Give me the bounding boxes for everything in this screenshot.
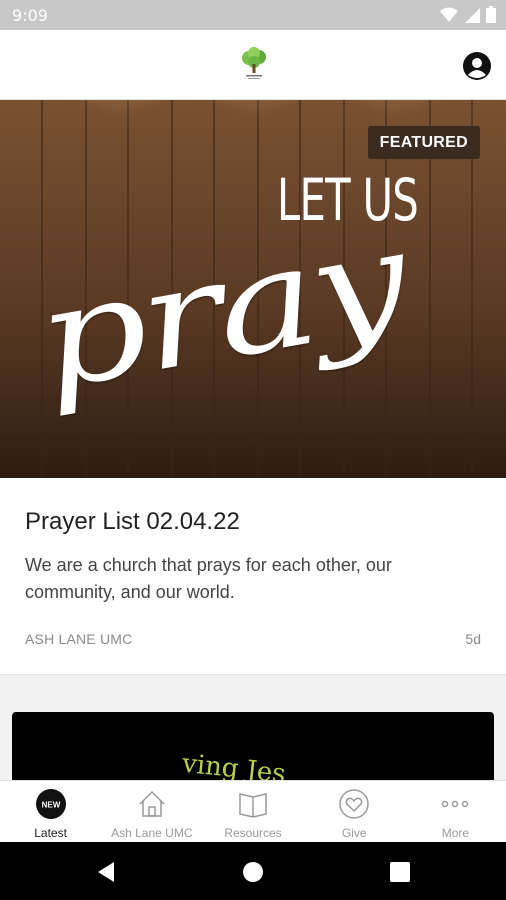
tab-label: Ash Lane UMC [111,826,193,840]
heart-icon [338,788,370,820]
status-bar: 9:09 [0,0,506,30]
tab-more[interactable]: More [405,781,506,842]
next-post-card[interactable]: ving Jes [12,712,494,782]
back-icon[interactable] [94,860,118,884]
tab-latest[interactable]: NEW Latest [0,781,101,842]
book-icon [237,788,269,820]
tab-label: Resources [224,826,282,840]
post-title: Prayer List 02.04.22 [25,508,240,535]
app-header [0,30,506,100]
next-post-partial-text: ving Jes [180,748,288,782]
new-badge-text: NEW [41,801,60,810]
tab-give[interactable]: Give [304,781,405,842]
tab-resources[interactable]: Resources [202,781,303,842]
tab-label: Give [341,826,367,840]
post-card[interactable]: Prayer List 02.04.22 We are a church tha… [0,478,506,674]
status-icons [440,6,496,23]
wifi-icon [440,7,458,22]
post-age: 5d [465,631,481,647]
bottom-nav: NEW Latest Ash Lane UMC Resources Give M… [0,780,506,842]
status-time: 9:09 [12,6,48,25]
system-nav-bar [0,842,506,900]
more-dots-icon [439,788,471,820]
tab-label: More [441,826,470,840]
home-button-icon[interactable] [241,860,265,884]
battery-icon [486,6,496,23]
signal-icon [465,7,480,23]
tab-ash-lane-umc[interactable]: Ash Lane UMC [101,781,202,842]
home-icon [136,788,168,820]
new-badge-icon: NEW [35,788,67,820]
featured-hero-image[interactable]: FEATURED LET US pray [0,100,506,478]
post-description: We are a church that prays for each othe… [25,555,392,602]
profile-icon[interactable] [462,51,492,81]
tab-label: Latest [34,826,67,840]
post-source: ASH LANE UMC [25,631,133,647]
recents-icon[interactable] [388,860,412,884]
featured-badge: FEATURED [367,126,480,159]
church-tree-logo-icon[interactable] [240,47,268,81]
